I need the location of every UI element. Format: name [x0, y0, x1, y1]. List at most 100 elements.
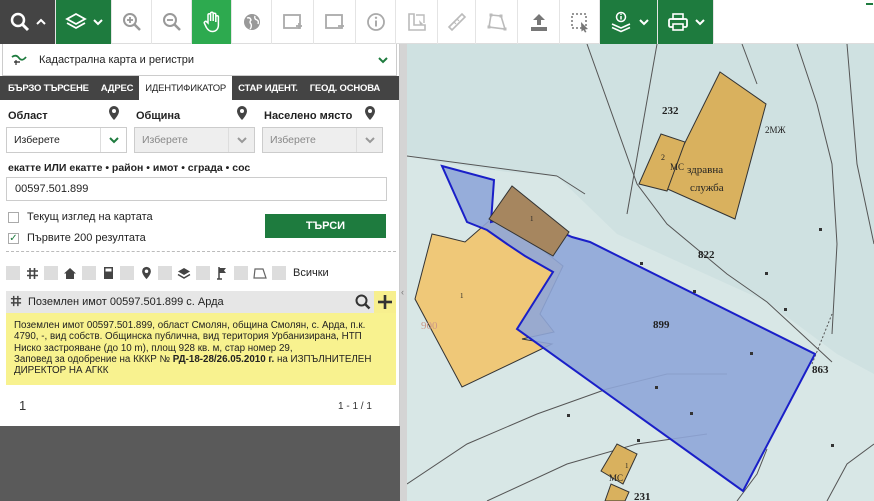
first-200-checkbox[interactable]: ✓ Първите 200 резултата	[8, 232, 146, 244]
filter-checkbox[interactable]	[158, 266, 172, 280]
select-area-button[interactable]	[560, 0, 600, 44]
obshtina-select-value: Изберете	[142, 134, 188, 146]
label-2: 2	[661, 153, 665, 162]
oblast-label: Област	[8, 110, 48, 122]
label-900: 900	[421, 320, 438, 332]
printer-icon	[667, 13, 688, 31]
object-type-filters: Всички	[6, 264, 329, 282]
filter-checkbox[interactable]	[234, 266, 248, 280]
zoom-to-result-button[interactable]	[352, 291, 374, 313]
draw-polygon-button[interactable]	[476, 0, 518, 44]
filter-checkbox[interactable]	[120, 266, 134, 280]
chevron-down-icon	[100, 128, 126, 152]
print-button[interactable]	[658, 0, 714, 44]
info-button[interactable]	[356, 0, 396, 44]
add-window-icon	[282, 14, 302, 29]
label-899: 899	[653, 319, 670, 331]
label-zdravna: здравна	[687, 164, 723, 176]
map-pin-icon[interactable]	[108, 105, 120, 121]
globe-icon	[243, 14, 260, 30]
panel-footer	[0, 426, 400, 501]
pager-current-page[interactable]: 1	[19, 398, 26, 413]
tab-geodetic-base[interactable]: ГЕОД. ОСНОВА	[304, 76, 386, 100]
measure-distance-button[interactable]	[438, 0, 476, 44]
polygon-icon	[487, 13, 506, 31]
layer-select[interactable]: Кадастрална карта и регистри	[2, 44, 397, 76]
tab-quick-search[interactable]: БЪРЗО ТЪРСЕНЕ	[2, 76, 95, 100]
info-icon	[366, 13, 385, 31]
filter-checkbox[interactable]	[44, 266, 58, 280]
checkmark-icon[interactable]: ✓	[8, 232, 19, 244]
zoom-in-icon	[122, 13, 141, 31]
tab-identifier[interactable]: ИДЕНТИФИКАТОР	[139, 76, 233, 100]
search-tool-button[interactable]	[0, 0, 56, 44]
zoom-in-button[interactable]	[112, 0, 152, 44]
globe-button[interactable]	[232, 0, 272, 44]
label-822: 822	[698, 249, 715, 261]
zoom-out-icon	[162, 13, 181, 31]
chevron-down-icon	[378, 56, 388, 63]
obshtina-select[interactable]: Изберете	[134, 127, 255, 153]
result-header[interactable]: Поземлен имот 00597.501.899 с. Арда	[6, 291, 396, 313]
filter-checkbox[interactable]	[6, 266, 20, 280]
chevron-down-icon	[228, 128, 254, 152]
upload-icon	[530, 14, 547, 31]
result-text-order-prefix: Заповед за одобрение на КККР №	[14, 353, 170, 365]
add-window-button[interactable]	[272, 0, 314, 44]
naseleno-select[interactable]: Изберете	[262, 127, 383, 153]
checkbox-box[interactable]	[8, 211, 19, 223]
zoom-out-button[interactable]	[152, 0, 192, 44]
obshtina-label: Община	[136, 110, 181, 122]
remove-window-button[interactable]	[314, 0, 356, 44]
pager-count: 1 - 1 / 1	[338, 401, 372, 412]
filter-checkbox[interactable]	[196, 266, 210, 280]
calculator-icon	[101, 266, 115, 280]
result-order-number: РД-18-28/26.05.2010 г.	[172, 353, 275, 365]
minimize-icon	[865, 3, 873, 5]
chevron-down-icon	[92, 19, 103, 26]
upload-button[interactable]	[518, 0, 560, 44]
map-pin-icon[interactable]	[364, 105, 376, 121]
label-232: 232	[662, 105, 679, 117]
label-231-building-1: 1	[625, 462, 629, 470]
map-view[interactable]: 232 2МЖ 2 МС здравна служба 822 1 1 900 …	[407, 44, 874, 501]
current-view-label: Текущ изглед на картата	[27, 211, 153, 223]
search-button[interactable]: ТЪРСИ	[265, 214, 386, 238]
search-icon	[355, 294, 371, 310]
label-900-building-1: 1	[460, 292, 464, 300]
plus-icon	[378, 295, 392, 309]
chevron-down-icon	[694, 19, 705, 26]
filter-checkbox[interactable]	[82, 266, 96, 280]
pan-button[interactable]	[192, 0, 232, 44]
remove-window-icon	[324, 14, 344, 29]
measure-area-button[interactable]	[396, 0, 438, 44]
naseleno-select-value: Изберете	[270, 134, 316, 146]
add-result-button[interactable]	[374, 291, 396, 313]
layers-button[interactable]	[56, 0, 112, 44]
identifier-label: екатте ИЛИ екатте • район • имот • сград…	[8, 162, 251, 174]
layers-icon	[177, 266, 191, 280]
tab-address[interactable]: АДРЕС	[95, 76, 140, 100]
toolbar	[0, 0, 874, 44]
oblast-select[interactable]: Изберете	[6, 127, 127, 153]
search-panel: Кадастрална карта и регистри БЪРЗО ТЪРСЕ…	[0, 44, 400, 501]
map-canvas[interactable]: 232 2МЖ 2 МС здравна служба 822 1 1 900 …	[407, 44, 874, 501]
filter-checkbox-all[interactable]	[272, 266, 286, 280]
current-view-checkbox[interactable]: Текущ изглед на картата	[8, 211, 153, 223]
window-control[interactable]	[864, 0, 874, 44]
result-details: Поземлен имот 00597.501.899, област Смол…	[6, 313, 396, 385]
parcel-grid-icon	[25, 266, 39, 280]
panel-resize-handle[interactable]: ‹	[400, 44, 407, 501]
identifier-input-value: 00597.501.899	[15, 183, 89, 195]
identifier-input[interactable]: 00597.501.899	[6, 177, 387, 201]
layers-icon	[64, 12, 87, 30]
tab-old-identifier[interactable]: СТАР ИДЕНТ.	[232, 76, 304, 100]
filter-all-label: Всички	[293, 267, 329, 279]
cadastre-layer-icon	[11, 54, 27, 65]
map-pin-icon[interactable]	[236, 105, 248, 121]
ruler-icon	[447, 12, 466, 32]
layer-name: Кадастрална карта и регистри	[39, 53, 195, 66]
map-pin-icon	[139, 266, 153, 280]
info-layers-button[interactable]	[600, 0, 658, 44]
flag-icon	[215, 266, 229, 280]
